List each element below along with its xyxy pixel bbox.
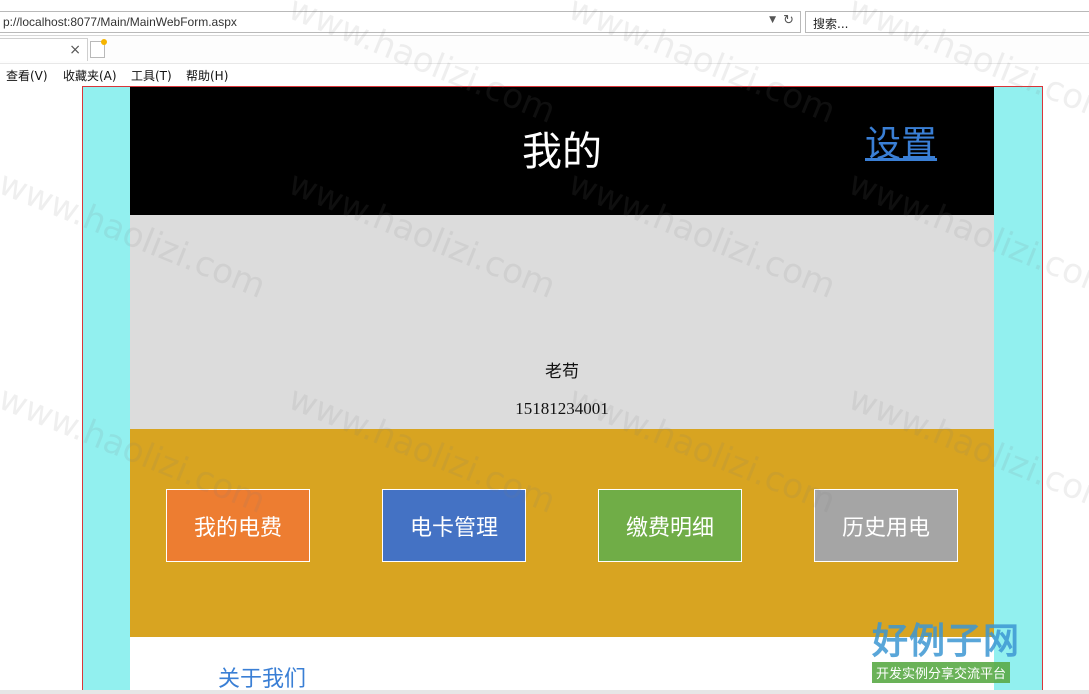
my-electricity-fee-button[interactable]: 我的电费 (166, 489, 310, 562)
tab-strip: × (0, 35, 1089, 63)
settings-link[interactable]: 设置 (865, 115, 937, 167)
menu-bar: 查看(V) 收藏夹(A) 工具(T) 帮助(H) (0, 63, 1089, 85)
browser-chrome: p://localhost:8077/Main/MainWebForm.aspx… (0, 0, 1089, 87)
new-tab-icon[interactable] (90, 39, 107, 58)
usage-history-button[interactable]: 历史用电 (814, 489, 958, 562)
actions-panel: 我的电费 电卡管理 缴费明细 历史用电 (130, 429, 994, 637)
page-content: 我的 设置 老苟 15181234001 我的电费 电卡管理 缴费明细 历史用电… (130, 87, 994, 694)
user-name: 老苟 (545, 362, 579, 382)
menu-tools[interactable]: 工具(T) (131, 67, 172, 84)
menu-view[interactable]: 查看(V) (6, 67, 48, 84)
page-frame: 我的 设置 老苟 15181234001 我的电费 电卡管理 缴费明细 历史用电… (82, 86, 1043, 694)
browser-tab[interactable]: × (0, 38, 88, 61)
search-box[interactable]: 搜索... (805, 11, 1089, 33)
profile-panel: 老苟 15181234001 (130, 215, 994, 429)
close-icon[interactable]: × (69, 42, 81, 58)
payment-details-button[interactable]: 缴费明细 (598, 489, 742, 562)
user-phone: 15181234001 (515, 399, 609, 418)
search-placeholder[interactable]: 搜索... (813, 15, 848, 32)
menu-favorites[interactable]: 收藏夹(A) (63, 67, 117, 84)
url-text[interactable]: p://localhost:8077/Main/MainWebForm.aspx (3, 15, 237, 29)
chevron-down-icon[interactable]: ▼ (769, 15, 776, 25)
menu-help[interactable]: 帮助(H) (186, 67, 228, 84)
horizontal-scrollbar[interactable] (0, 690, 1089, 694)
address-bar[interactable]: p://localhost:8077/Main/MainWebForm.aspx… (0, 11, 801, 33)
page-header: 我的 设置 (130, 87, 994, 215)
card-management-button[interactable]: 电卡管理 (382, 489, 526, 562)
refresh-icon[interactable]: ↻ (783, 13, 794, 28)
about-us-link[interactable]: 关于我们 (218, 661, 306, 693)
